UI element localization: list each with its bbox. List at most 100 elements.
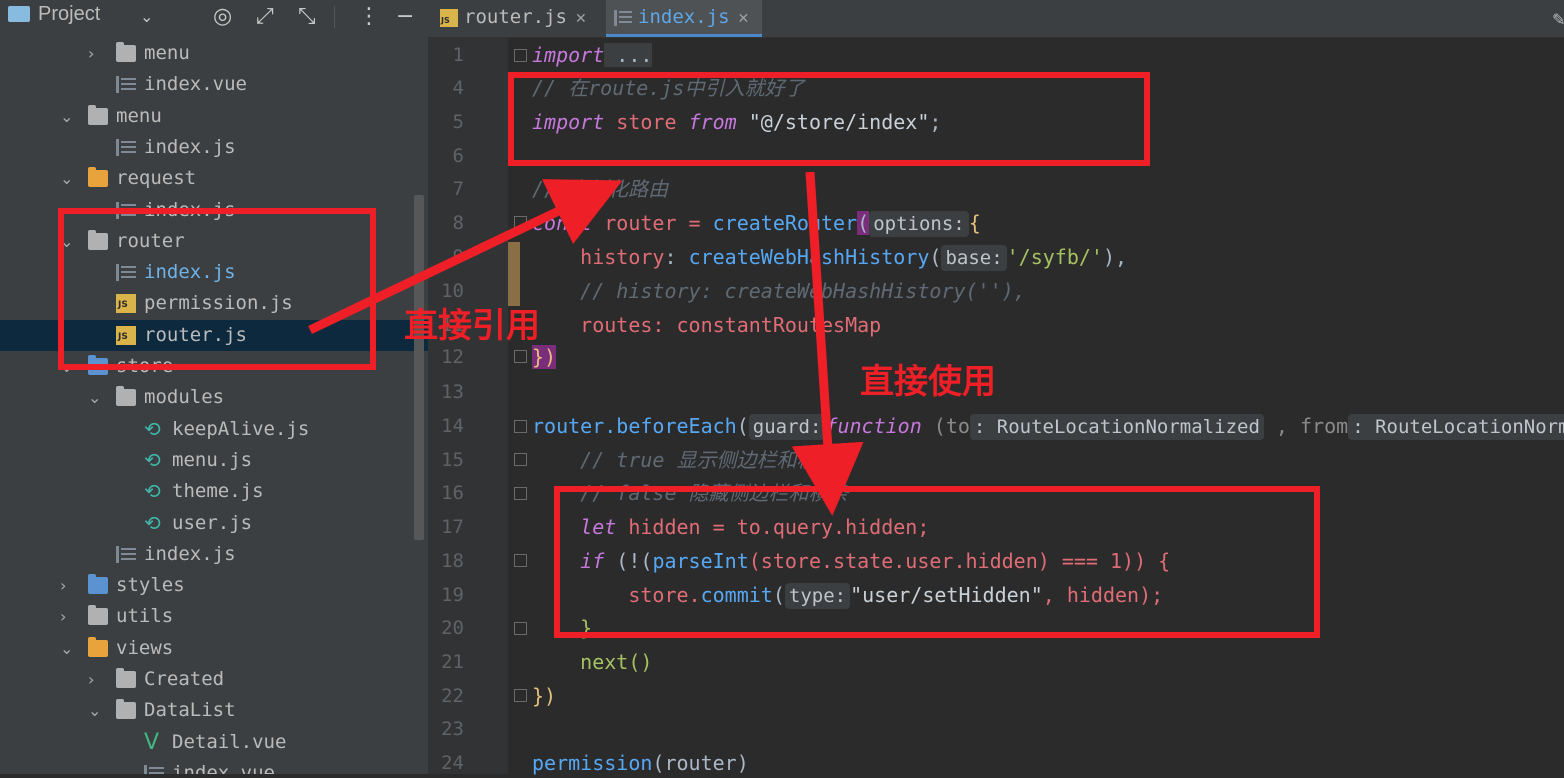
folder-icon <box>88 636 108 657</box>
close-icon[interactable]: ✕ <box>575 11 587 27</box>
annotation-label-reference: 直接引用 <box>404 306 540 346</box>
expand-icon[interactable]: ⤢ <box>256 4 274 30</box>
chevron-right-icon[interactable]: › <box>88 664 102 695</box>
line-number: 16 <box>441 482 464 504</box>
tab-router-js[interactable]: JS router.js ✕ <box>440 0 606 37</box>
folder-icon <box>116 42 136 62</box>
chevron-down-icon[interactable]: ⌄ <box>88 382 102 413</box>
tree-item[interactable]: › styles <box>0 570 414 601</box>
code-line-21: next() <box>580 650 653 674</box>
tree-item-label: styles <box>116 574 185 597</box>
project-panel: Project ⌄ ◎ ⤢ ⤡ ⋮ − › menu index.vue ⌄ menu i… <box>0 0 428 774</box>
line-number: 1 <box>452 44 464 66</box>
tree-item[interactable]: › Created <box>0 664 414 695</box>
tree-item[interactable]: ⌄ DataList <box>0 695 414 726</box>
tree-item-label: menu.js <box>172 448 253 471</box>
tree-item-label: index.vue <box>172 761 275 774</box>
tree-item[interactable]: ⟲ keepAlive.js <box>0 414 414 445</box>
folder-icon <box>88 605 108 626</box>
tree-item[interactable]: ⟲ theme.js <box>0 476 414 507</box>
file-icon <box>116 76 139 94</box>
tree-item-label: utils <box>116 605 174 628</box>
js-file-icon: JS <box>440 8 458 27</box>
tree-item[interactable]: ⟲ user.js <box>0 508 414 539</box>
tree-item-label: modules <box>144 386 225 409</box>
tree-item-label: keepAlive.js <box>172 417 310 440</box>
tree-item[interactable]: ⌄ request <box>0 163 414 194</box>
fold-marker[interactable] <box>514 453 527 466</box>
file-icon <box>144 764 167 774</box>
vuex-file-icon: ⟲ <box>144 479 161 504</box>
code-line-14: router.beforeEach(guard: function (to: Ro… <box>532 411 1564 441</box>
chevron-right-icon[interactable]: › <box>60 601 74 632</box>
fold-marker[interactable] <box>514 622 527 635</box>
tree-item[interactable]: › menu <box>0 38 414 69</box>
line-number: 18 <box>441 550 464 572</box>
more-icon[interactable]: ⋮ <box>358 4 380 30</box>
chevron-down-icon[interactable]: ⌄ <box>60 101 74 132</box>
vuex-file-icon: ⟲ <box>144 416 161 441</box>
tree-item[interactable]: ⟲ menu.js <box>0 445 414 476</box>
tree-item-label: index.js <box>144 542 236 565</box>
code-line-22: }) <box>532 684 557 708</box>
type-hint: : RouteLocationNormalized <box>1348 414 1564 440</box>
tree-item-label: menu <box>144 42 190 64</box>
file-icon <box>116 545 139 563</box>
fold-marker[interactable] <box>514 216 527 229</box>
tree-item-label: user.js <box>172 511 253 534</box>
fold-marker[interactable] <box>514 487 527 500</box>
tree-item[interactable]: › utils <box>0 601 414 632</box>
tree-item-label: Detail.vue <box>172 730 287 753</box>
folder-icon <box>88 574 108 595</box>
change-marker <box>508 242 520 306</box>
project-panel-header: Project ⌄ ◎ ⤢ ⤡ ⋮ − <box>0 0 428 36</box>
tree-item[interactable]: ⌄ menu <box>0 101 414 132</box>
folder-icon <box>116 386 136 407</box>
chevron-right-icon[interactable]: › <box>60 570 74 601</box>
folder-icon <box>116 699 136 720</box>
project-title[interactable]: Project <box>8 3 100 26</box>
tree-item[interactable]: index.js <box>0 539 414 570</box>
line-number: 8 <box>452 212 464 234</box>
chevron-down-icon[interactable]: ⌄ <box>60 163 74 194</box>
tree-item[interactable]: V Detail.vue <box>0 727 414 758</box>
locate-icon[interactable]: ◎ <box>213 4 232 30</box>
line-number: 9 <box>452 246 464 268</box>
code-line-7: // 实例化路由 <box>532 177 669 201</box>
tree-item[interactable]: ⌄ modules <box>0 382 414 413</box>
reader-mode-icon[interactable]: ✎ <box>1552 10 1564 29</box>
tree-item-label: theme.js <box>172 480 264 503</box>
close-icon[interactable]: ✕ <box>738 11 750 27</box>
tree-item[interactable]: index.vue <box>0 758 414 774</box>
chevron-down-icon[interactable]: ⌄ <box>140 4 153 30</box>
code-line-1: import ... <box>532 43 653 67</box>
fold-marker[interactable] <box>514 350 527 363</box>
tree-item[interactable]: index.js <box>0 132 414 163</box>
collapse-icon[interactable]: ⤡ <box>298 4 316 30</box>
tree-scrollbar[interactable] <box>414 195 424 540</box>
chevron-down-icon[interactable]: ⌄ <box>88 695 102 726</box>
line-number: 4 <box>452 77 464 99</box>
tab-index-js[interactable]: index.js ✕ <box>606 0 762 37</box>
param-hint: guard: <box>748 414 826 440</box>
minimize-icon[interactable]: − <box>396 4 414 30</box>
vuex-file-icon: ⟲ <box>144 447 161 472</box>
chevron-right-icon[interactable]: › <box>88 38 102 69</box>
fold-marker[interactable] <box>514 689 527 702</box>
fold-marker[interactable] <box>514 420 527 433</box>
tree-item-label: Created <box>144 668 225 690</box>
tree-item-label: DataList <box>144 699 236 722</box>
code-line-11: routes: constantRoutesMap <box>580 313 882 337</box>
header-divider <box>334 6 335 28</box>
folder-icon <box>88 104 108 125</box>
tab-label: index.js <box>638 6 730 28</box>
tree-item[interactable]: ⌄ views <box>0 633 414 664</box>
tree-item-label: index.vue <box>144 73 247 96</box>
file-icon <box>116 138 139 156</box>
tree-item-label: menu <box>116 104 162 127</box>
chevron-down-icon[interactable]: ⌄ <box>60 633 74 664</box>
fold-marker[interactable] <box>514 49 527 62</box>
code-line-9: history: createWebHashHistory(base: '/syf… <box>580 245 1128 271</box>
tree-item[interactable]: index.vue <box>0 69 414 100</box>
fold-marker[interactable] <box>514 554 527 567</box>
